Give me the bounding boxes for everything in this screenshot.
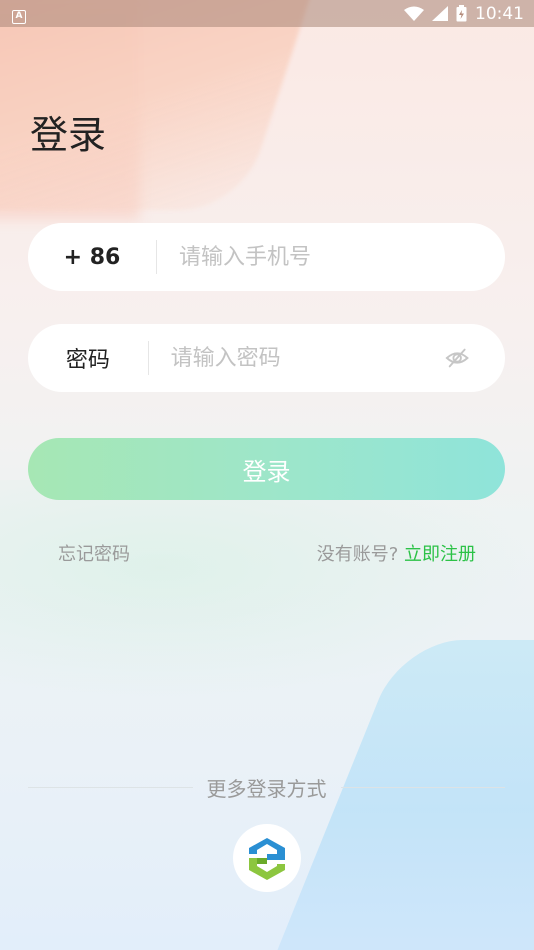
country-code-selector[interactable]: + 86 <box>28 245 156 270</box>
app-logo-icon <box>249 838 285 880</box>
status-bar: A 10:41 <box>0 0 534 27</box>
eye-off-icon[interactable] <box>445 345 469 371</box>
register-link[interactable]: 立即注册 <box>404 544 476 565</box>
login-button[interactable]: 登录 <box>28 438 505 500</box>
password-label: 密码 <box>65 348 110 373</box>
divider-line <box>28 786 193 788</box>
more-login-divider: 更多登录方式 <box>28 772 505 802</box>
divider-line <box>340 786 505 788</box>
field-divider <box>147 341 149 375</box>
forgot-password-link[interactable]: 忘记密码 <box>58 540 130 566</box>
page-title: 登录 <box>30 113 107 157</box>
no-account-text: 没有账号? <box>316 544 399 565</box>
status-time: 10:41 <box>475 3 524 24</box>
wifi-icon <box>404 6 424 21</box>
field-divider <box>156 240 157 274</box>
notification-icon: A <box>12 10 26 24</box>
battery-icon <box>456 5 467 22</box>
phone-input[interactable] <box>179 244 505 270</box>
third-party-login-button[interactable] <box>233 824 301 892</box>
password-input[interactable] <box>170 345 445 371</box>
signal-icon <box>432 6 448 21</box>
register-row: 没有账号? 立即注册 <box>317 540 476 566</box>
more-login-label: 更多登录方式 <box>206 776 327 801</box>
phone-field: + 86 <box>28 223 505 291</box>
password-field: 密码 <box>28 324 505 392</box>
